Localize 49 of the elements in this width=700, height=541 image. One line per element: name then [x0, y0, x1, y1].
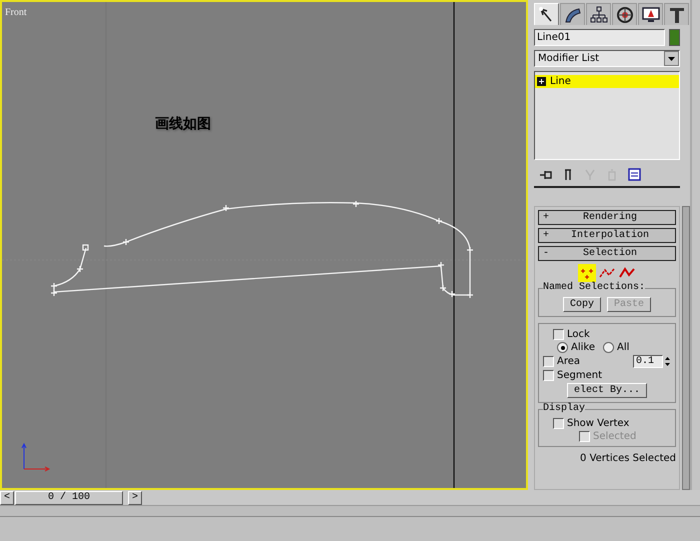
- vertex-level-button[interactable]: [578, 264, 596, 282]
- stack-item[interactable]: Line: [535, 75, 679, 88]
- rollout-header[interactable]: + Interpolation: [538, 228, 676, 243]
- color-swatch[interactable]: [669, 29, 680, 46]
- radio-label: All: [616, 342, 630, 353]
- motion-icon: [614, 4, 634, 24]
- motion-tab[interactable]: [612, 3, 637, 25]
- next-frame-button[interactable]: >: [128, 490, 142, 504]
- hierarchy-icon: [588, 4, 608, 24]
- checkbox-label: Segment: [557, 370, 602, 381]
- scrollbar[interactable]: [682, 206, 690, 490]
- select-by-button[interactable]: elect By...: [566, 383, 647, 398]
- checkbox-label: Selected: [593, 431, 636, 442]
- annotation-text: 画线如图: [155, 115, 211, 133]
- spinner-arrows-icon[interactable]: [664, 356, 671, 367]
- lock-checkbox[interactable]: [553, 329, 564, 340]
- hierarchy-tab[interactable]: [586, 3, 611, 25]
- axis-tripod-icon: [22, 442, 50, 472]
- segment-checkbox[interactable]: [543, 370, 554, 381]
- named-selection-button[interactable]: Copy: [562, 297, 601, 312]
- checkbox-label: Show Vertex: [567, 418, 630, 429]
- create-tab[interactable]: [534, 3, 559, 25]
- area-spinner-field[interactable]: 0.1: [633, 355, 663, 368]
- modifier-list-dropdown[interactable]: Modifier List: [534, 50, 680, 67]
- rollout-header[interactable]: + Rendering: [538, 210, 676, 225]
- modify-tab[interactable]: [560, 3, 585, 25]
- group-title: Display: [543, 403, 586, 414]
- configure-button[interactable]: [626, 167, 642, 183]
- checkbox-label: Lock: [567, 329, 590, 340]
- utilities-tab[interactable]: [664, 3, 689, 25]
- radio-button[interactable]: [557, 342, 568, 353]
- selection-status-text: 0 Vertices Selected: [579, 453, 676, 464]
- configure-icon: [627, 167, 641, 183]
- display-icon: [640, 4, 660, 24]
- time-slider[interactable]: 0 / 100: [15, 490, 124, 504]
- radio-button[interactable]: [602, 342, 614, 353]
- display-tab[interactable]: [638, 3, 663, 25]
- previous-frame-button[interactable]: <: [0, 490, 14, 504]
- track-bar[interactable]: [0, 505, 700, 516]
- rollout-header[interactable]: - Selection: [538, 246, 676, 261]
- show-vertex-checkbox[interactable]: [553, 418, 564, 429]
- viewport[interactable]: Front 画线如图: [0, 0, 528, 490]
- radio-label: Alike: [571, 342, 595, 353]
- viewport-label[interactable]: Front: [5, 7, 27, 18]
- checkbox-label: Area: [557, 356, 580, 367]
- expand-icon[interactable]: [537, 77, 546, 86]
- stack-item-label: Line: [550, 76, 571, 87]
- object-name-field[interactable]: Line01: [534, 29, 665, 46]
- area-checkbox[interactable]: [543, 356, 554, 367]
